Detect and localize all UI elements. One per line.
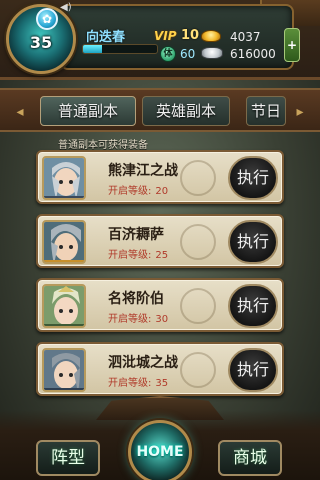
ornament-icon	[180, 352, 216, 388]
tab-normal-dungeon[interactable]: 普通副本	[40, 96, 136, 126]
tab-festival[interactable]: 节日	[246, 96, 286, 126]
unlock-level-label: 开启等级:	[108, 378, 152, 389]
sound-icon: ◀)	[60, 2, 72, 13]
dungeon-card[interactable]: 百济耨萨 开启等级: 25 执行	[36, 214, 284, 268]
gold-value: 4037	[230, 30, 261, 44]
ornament-icon	[180, 160, 216, 196]
execute-button[interactable]: 执行	[228, 220, 278, 264]
ornament-icon	[180, 288, 216, 324]
character-portrait	[42, 220, 86, 264]
execute-button[interactable]: 执行	[228, 284, 278, 328]
unlock-level: 开启等级: 30	[108, 310, 168, 325]
unlock-level-value: 35	[155, 378, 169, 389]
unlock-level: 开启等级: 25	[108, 246, 168, 261]
unlock-level: 开启等级: 20	[108, 182, 168, 197]
dungeon-title: 百济耨萨	[108, 227, 164, 243]
player-level: 35	[29, 33, 53, 52]
unlock-level: 开启等级: 35	[108, 374, 168, 389]
vip-level: 10	[181, 28, 200, 43]
silver-value: 616000	[230, 47, 276, 61]
unlock-level-value: 20	[155, 186, 169, 197]
dungeon-tab-strip: ◂ 普通副本 英雄副本 节日 ▸	[0, 88, 320, 132]
top-status-bar: 35 ✿ ◀) 向迭春 VIP 10 4037 体 60 616000 +	[0, 0, 320, 80]
ornament-icon	[180, 224, 216, 260]
gold-ingot-icon	[201, 30, 221, 42]
stamina-icon: 体	[160, 46, 176, 62]
dungeon-card[interactable]: 泗沘城之战 开启等级: 35 执行	[36, 342, 284, 396]
tab-scroll-left-icon[interactable]: ◂	[14, 100, 26, 124]
dungeon-card[interactable]: 熊津江之战 开启等级: 20 执行	[36, 150, 284, 204]
character-portrait	[42, 348, 86, 392]
exp-bar	[82, 44, 158, 54]
stamina-value: 60	[180, 47, 196, 61]
tab-hero-dungeon[interactable]: 英雄副本	[142, 96, 230, 126]
execute-button[interactable]: 执行	[228, 348, 278, 392]
dungeon-title: 熊津江之战	[108, 163, 178, 179]
dungeon-list: 熊津江之战 开启等级: 20 执行 百济耨萨 开启等级: 25 执行 名将阶伯 …	[36, 150, 284, 406]
tab-scroll-right-icon[interactable]: ▸	[294, 100, 306, 124]
unlock-level-label: 开启等级:	[108, 314, 152, 325]
add-currency-button[interactable]: +	[284, 28, 300, 62]
silver-ingot-icon	[201, 47, 223, 59]
character-portrait	[42, 156, 86, 200]
execute-button[interactable]: 执行	[228, 156, 278, 200]
unlock-level-label: 开启等级:	[108, 250, 152, 261]
dungeon-card[interactable]: 名将阶伯 开启等级: 30 执行	[36, 278, 284, 332]
exp-fill	[83, 45, 102, 53]
shop-button[interactable]: 商城	[218, 440, 282, 476]
formation-button[interactable]: 阵型	[36, 440, 100, 476]
unlock-level-value: 25	[155, 250, 169, 261]
player-name: 向迭春	[86, 30, 126, 45]
home-button[interactable]: HOME	[128, 420, 192, 480]
unlock-level-value: 30	[155, 314, 169, 325]
character-portrait	[42, 284, 86, 328]
dungeon-title: 泗沘城之战	[108, 355, 178, 371]
dungeon-title: 名将阶伯	[108, 291, 164, 307]
vip-label: VIP	[154, 29, 177, 43]
bubble-icon: ✿	[36, 8, 58, 30]
unlock-level-label: 开启等级:	[108, 186, 152, 197]
list-header: 普通副本可获得装备	[58, 140, 148, 151]
